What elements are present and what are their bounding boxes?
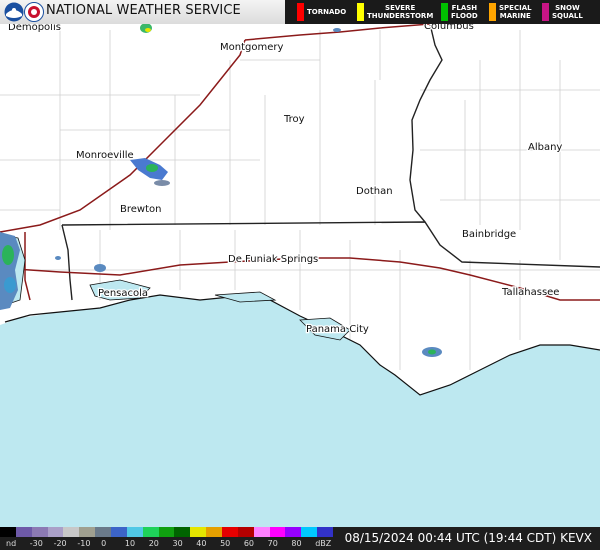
scale-label: dBZ [315, 539, 332, 548]
legend-label-snow-squall: SNOW SQUALL [552, 4, 583, 20]
radar-map[interactable]: Demopolis Montgomery Columbus Troy Alban… [0, 0, 600, 550]
city-dothan: Dothan [356, 186, 393, 197]
scale-label: 80 [291, 539, 302, 548]
gulf-of-mexico [0, 295, 600, 527]
city-albany: Albany [528, 142, 562, 153]
city-pensacola: Pensacola [98, 288, 148, 299]
scale-label: 30 [172, 539, 183, 548]
scale-swatch [0, 527, 16, 537]
scale-label: 70 [267, 539, 278, 548]
scale-label: -10 [77, 539, 91, 548]
scale-label: 0 [101, 539, 107, 548]
scale-swatch [190, 527, 207, 537]
nws-logo-icon [24, 2, 44, 22]
footer-bar: nd -30 -20 -10 0 10 20 30 40 50 60 70 80 dBZ 08/15/20… [0, 527, 600, 550]
scale-swatch [301, 527, 318, 537]
scale-label: 40 [196, 539, 207, 548]
scale-swatch [126, 527, 143, 537]
legend-swatch-flash-flood [441, 3, 448, 21]
scale-label: 60 [243, 539, 255, 548]
scale-swatch [47, 527, 64, 537]
noaa-logo-icon [4, 2, 24, 22]
scale-label: 50 [220, 539, 231, 548]
scale-swatch [15, 527, 32, 537]
timestamp-text: 08/15/2024 00:44 UTC (19:44 CDT) [344, 531, 557, 545]
legend-snow-squall: SNOW SQUALL [542, 2, 592, 22]
scale-swatch [174, 527, 191, 537]
legend-swatch-tornado [297, 3, 304, 21]
scale-label: 10 [124, 539, 136, 548]
scale-swatch [95, 527, 112, 537]
city-montgomery: Montgomery [220, 42, 283, 53]
city-monroeville: Monroeville [76, 150, 134, 161]
station-id: KEVX [560, 531, 592, 545]
scale-swatch [142, 527, 159, 537]
scale-swatch [269, 527, 286, 537]
timestamp: 08/15/2024 00:44 UTC (19:44 CDT) KEVX [345, 531, 592, 545]
header-bar: NATIONAL WEATHER SERVICE TORNADO SEVERE … [0, 0, 600, 24]
city-tallahassee: Tallahassee [501, 287, 559, 298]
legend-label-severe-thunderstorm: SEVERE THUNDERSTORM [367, 4, 434, 20]
legend-swatch-snow-squall [542, 3, 549, 21]
city-brewton: Brewton [120, 204, 161, 215]
scale-swatch [79, 527, 96, 537]
scale-swatch [253, 527, 270, 537]
legend-special-marine: SPECIAL MARINE [489, 2, 535, 22]
legend-swatch-severe-thunderstorm [357, 3, 364, 21]
scale-label: -30 [29, 539, 43, 548]
city-troy: Troy [283, 114, 305, 125]
scale-swatch [237, 527, 254, 537]
scale-label: -20 [53, 539, 67, 548]
reflectivity-scale: nd -30 -20 -10 0 10 20 30 40 50 60 70 80 dBZ [0, 527, 335, 550]
scale-swatch [31, 527, 48, 537]
scale-swatch [111, 527, 127, 537]
scale-swatch [206, 527, 223, 537]
scale-swatch [222, 527, 238, 537]
legend-severe-thunderstorm: SEVERE THUNDERSTORM [357, 2, 437, 22]
scale-swatch [317, 527, 334, 537]
agency-banner: NATIONAL WEATHER SERVICE [0, 0, 285, 24]
legend-label-flash-flood: FLASH FLOOD [451, 4, 478, 20]
scale-swatch [158, 527, 175, 537]
scale-label: 20 [148, 539, 159, 548]
scale-swatch [63, 527, 80, 537]
city-de-funiak-springs: De Funiak Springs [228, 254, 318, 265]
scale-swatch [285, 527, 302, 537]
legend-tornado: TORNADO [297, 2, 355, 22]
legend-label-special-marine: SPECIAL MARINE [499, 4, 532, 20]
legend-label-tornado: TORNADO [307, 8, 347, 16]
agency-name: NATIONAL WEATHER SERVICE [46, 3, 241, 18]
legend-swatch-special-marine [489, 3, 496, 21]
scale-label: nd [6, 539, 17, 548]
city-bainbridge: Bainbridge [462, 229, 516, 240]
city-panama-city: Panama City [306, 324, 369, 335]
legend-flash-flood: FLASH FLOOD [441, 2, 483, 22]
